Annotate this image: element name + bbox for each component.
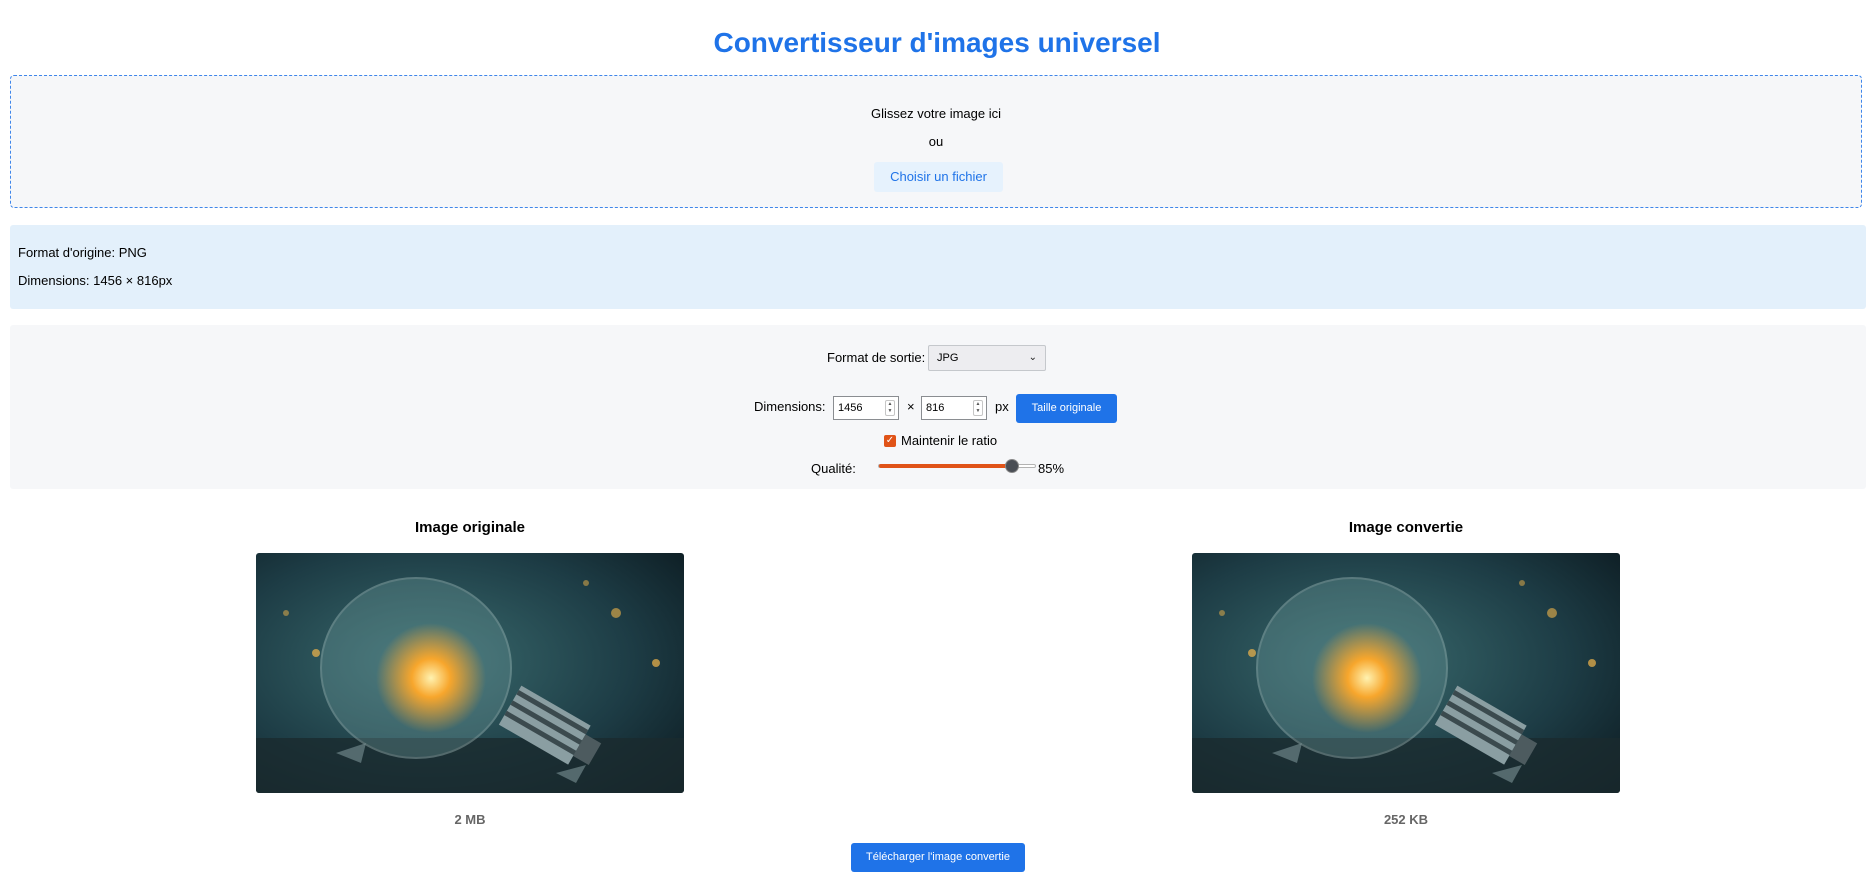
width-stepper[interactable]: ▲ ▼ <box>885 400 895 416</box>
page-title: Convertisseur d'images universel <box>713 27 1161 58</box>
original-image-title: Image originale <box>414 519 526 536</box>
original-image-preview <box>256 553 684 793</box>
original-size-button[interactable]: Taille originale <box>1016 394 1117 423</box>
quality-value: 85% <box>1038 461 1065 476</box>
download-converted-button[interactable]: Télécharger l'image convertie <box>851 843 1025 872</box>
dropzone-instruction: Glissez votre image ici <box>870 106 1002 121</box>
height-input[interactable]: 816 ▲ ▼ <box>921 396 987 420</box>
times-symbol: × <box>907 399 915 414</box>
width-value: 1456 <box>838 402 863 414</box>
file-dropzone[interactable]: Glissez votre image ici ou Choisir un fi… <box>10 75 1862 208</box>
quality-slider[interactable] <box>878 459 1036 473</box>
keep-ratio-label: Maintenir le ratio <box>901 433 998 448</box>
choose-file-button[interactable]: Choisir un fichier <box>874 162 1003 192</box>
chevron-down-icon: ⌄ <box>1028 352 1037 363</box>
dropzone-or-text: ou <box>928 134 944 149</box>
width-input[interactable]: 1456 ▲ ▼ <box>833 396 899 420</box>
converted-file-size: 252 KB <box>1383 812 1429 827</box>
output-format-select[interactable]: JPG ⌄ <box>928 345 1046 371</box>
lightbulb-image <box>256 553 684 793</box>
height-value: 816 <box>926 402 945 414</box>
quality-label: Qualité: <box>811 461 856 476</box>
keep-ratio-checkbox[interactable]: ✓ <box>884 435 896 447</box>
conversion-settings-panel: Format de sortie: JPG ⌄ Dimensions: 1456… <box>10 325 1866 489</box>
lightbulb-image <box>1192 553 1620 793</box>
output-format-label: Format de sortie: <box>827 350 926 365</box>
page: Convertisseur d'images universel Glissez… <box>0 0 1874 884</box>
converted-image-preview <box>1192 553 1620 793</box>
original-format-text: Format d'origine: PNG <box>18 245 147 260</box>
height-stepper[interactable]: ▲ ▼ <box>973 400 983 416</box>
image-info-panel: Format d'origine: PNG Dimensions: 1456 ×… <box>10 225 1866 309</box>
quality-slider-fill <box>879 464 1012 468</box>
unit-label: px <box>995 399 1009 414</box>
original-file-size: 2 MB <box>454 812 486 827</box>
dimensions-label: Dimensions: <box>754 399 826 414</box>
output-format-value: JPG <box>937 352 959 364</box>
original-dimensions-text: Dimensions: 1456 × 816px <box>18 273 173 288</box>
quality-slider-thumb[interactable] <box>1005 459 1019 473</box>
converted-image-title: Image convertie <box>1348 519 1464 536</box>
